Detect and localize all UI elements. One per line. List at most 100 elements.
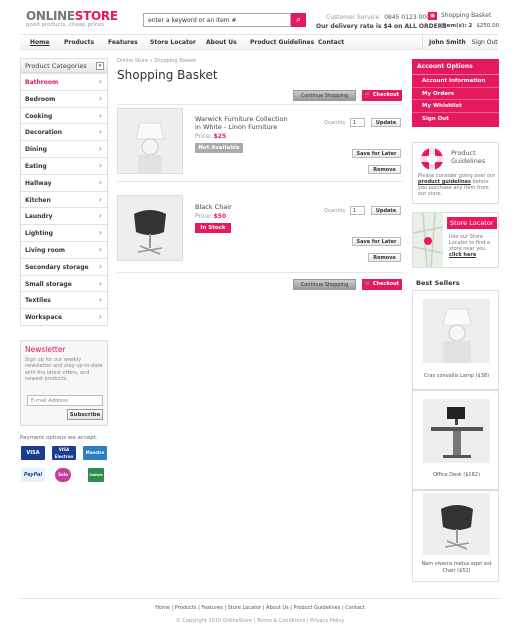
- footer: Home | Products | Features | Store Locat…: [20, 598, 500, 624]
- account-item[interactable]: Sign Out: [412, 113, 499, 126]
- quantity-label: Quantity: [324, 208, 346, 214]
- search-button[interactable]: ⌕: [291, 13, 306, 27]
- category-item[interactable]: Living room: [21, 240, 107, 258]
- category-header[interactable]: Product Categories ▾: [21, 59, 107, 73]
- newsletter-title: Newsletter: [25, 345, 66, 354]
- continue-shopping-button[interactable]: Continue Shopping: [293, 90, 356, 101]
- visa-electron-icon: VISA Electron: [52, 446, 76, 460]
- signout-link[interactable]: Sign Out: [472, 39, 498, 46]
- continue-label: Continue Shopping: [300, 93, 349, 99]
- category-item[interactable]: Small storage: [21, 274, 107, 292]
- footer-links[interactable]: Home | Products | Features | Store Locat…: [20, 605, 500, 611]
- remove-button[interactable]: Remove: [368, 165, 401, 174]
- chevron-down-icon[interactable]: ▾: [96, 62, 104, 70]
- bestsellers-heading: Best Sellers: [416, 279, 460, 287]
- save-for-later-button[interactable]: Save for Later: [352, 149, 401, 158]
- page-title: Shopping Basket: [117, 68, 218, 82]
- copyright: © Copyright 2010 OnlineStore | Terms & C…: [175, 618, 345, 624]
- product-image[interactable]: [117, 195, 183, 261]
- cart-link[interactable]: ▣ Shopping Basket: [428, 12, 491, 20]
- nav-features[interactable]: Features: [108, 39, 138, 46]
- continue-shopping-button[interactable]: Continue Shopping: [293, 279, 356, 290]
- search-icon: ⌕: [295, 15, 302, 25]
- account-heading: Account Options: [412, 59, 499, 75]
- nav-about[interactable]: About Us: [206, 39, 237, 46]
- cart-icon: ▣: [428, 12, 437, 20]
- continue-label: Continue Shopping: [300, 282, 349, 288]
- delivery-rate: Our delivery rate is $4 on ALL ORDERS: [316, 23, 447, 30]
- update-button[interactable]: Update: [371, 118, 401, 127]
- map-icon: [412, 212, 444, 268]
- quantity-input[interactable]: 1: [350, 206, 365, 215]
- store-locator-text: Use our Store Locator to find a store ne…: [449, 234, 499, 258]
- checkout-label: Checkout: [372, 92, 400, 98]
- category-item[interactable]: Bedroom: [21, 89, 107, 107]
- status-badge: Not Available: [195, 143, 243, 153]
- category-item[interactable]: Cooking: [21, 106, 107, 124]
- switch-icon: Switch: [88, 468, 104, 482]
- search-input[interactable]: enter a keyword or an item #: [143, 13, 291, 27]
- price-value: $25: [213, 133, 227, 140]
- category-heading: Product Categories: [25, 62, 87, 70]
- category-item[interactable]: Bathroom: [21, 73, 107, 90]
- product-image[interactable]: [117, 108, 183, 174]
- category-item[interactable]: Eating: [21, 156, 107, 174]
- store-locator-box: Store Locator Use our Store Locator to f…: [412, 212, 499, 268]
- email-field[interactable]: E-mail Address: [27, 395, 103, 406]
- product-price: Price: $25: [195, 133, 226, 140]
- price-label: Price:: [195, 213, 212, 220]
- bestseller-name: Office Desk ($182): [433, 472, 480, 478]
- category-item[interactable]: Decoration: [21, 123, 107, 141]
- category-item[interactable]: Lighting: [21, 224, 107, 241]
- account-item[interactable]: Account Information: [412, 75, 499, 88]
- category-item[interactable]: Dining: [21, 140, 107, 157]
- bestseller-card[interactable]: Cras convallis Lamp ($38): [412, 290, 499, 390]
- product-name[interactable]: Black Chair: [195, 203, 290, 211]
- update-button[interactable]: Update: [371, 206, 401, 215]
- subscribe-button[interactable]: Subscribe: [67, 409, 103, 420]
- category-item[interactable]: Hallway: [21, 173, 107, 191]
- checkout-button[interactable]: 🛒 Checkout: [362, 90, 402, 101]
- lifebuoy-icon: [420, 147, 444, 171]
- divider: [117, 181, 402, 182]
- nav-home[interactable]: Home: [30, 39, 49, 46]
- main-nav: Home Products Features Store Locator Abo…: [20, 34, 498, 50]
- save-for-later-button[interactable]: Save for Later: [352, 237, 401, 246]
- guidelines-box: Product Guidelines Please consider going…: [412, 142, 499, 204]
- remove-button[interactable]: Remove: [368, 253, 401, 262]
- locator-text: Use our Store Locator to find a store ne…: [449, 234, 490, 252]
- price-label: Price:: [195, 133, 212, 140]
- divider: [117, 272, 402, 273]
- category-item[interactable]: Secondary storage: [21, 257, 107, 275]
- items-count: Item(s): 2: [442, 23, 473, 29]
- account-item[interactable]: My Orders: [412, 88, 499, 100]
- account-options: Account Options Account Information My O…: [412, 59, 499, 127]
- nav-store-locator[interactable]: Store Locator: [150, 39, 196, 46]
- cart-label: Shopping Basket: [441, 12, 492, 19]
- store-locator-link[interactable]: click here: [449, 252, 476, 258]
- cs-label: Customer Service: [326, 14, 380, 21]
- category-item[interactable]: Laundry: [21, 207, 107, 225]
- quantity-input[interactable]: 1: [350, 118, 365, 127]
- checkout-label: Checkout: [372, 281, 400, 287]
- chair-image: [118, 196, 182, 260]
- checkout-button[interactable]: 🛒 Checkout: [362, 279, 402, 290]
- category-item[interactable]: Textiles: [21, 291, 107, 309]
- nav-guidelines[interactable]: Product Guidelines: [250, 39, 314, 46]
- category-item[interactable]: Workspace: [21, 308, 107, 325]
- nav-contact[interactable]: Contact: [318, 39, 344, 46]
- category-panel: Product Categories ▾ Bathroom Bedroom Coo…: [20, 58, 108, 326]
- divider: [117, 104, 402, 105]
- nav-products[interactable]: Products: [64, 39, 94, 46]
- category-item[interactable]: Kitchen: [21, 190, 107, 208]
- logo[interactable]: ONLINESTORE: [26, 9, 118, 23]
- logo-part-1: ONLINE: [26, 9, 75, 23]
- status-badge: In Stock: [195, 223, 231, 233]
- logo-part-2: STORE: [74, 9, 118, 23]
- product-name[interactable]: Warwick Furniture Collection in White - …: [195, 115, 290, 131]
- store-locator-title: Store Locator: [447, 217, 497, 229]
- account-item[interactable]: My Whishlist: [412, 100, 499, 113]
- bestseller-card[interactable]: Nam viverra metus eget est Chair ($52): [412, 490, 499, 582]
- bestseller-card[interactable]: Office Desk ($182): [412, 390, 499, 490]
- user-name[interactable]: John Smith: [429, 39, 466, 46]
